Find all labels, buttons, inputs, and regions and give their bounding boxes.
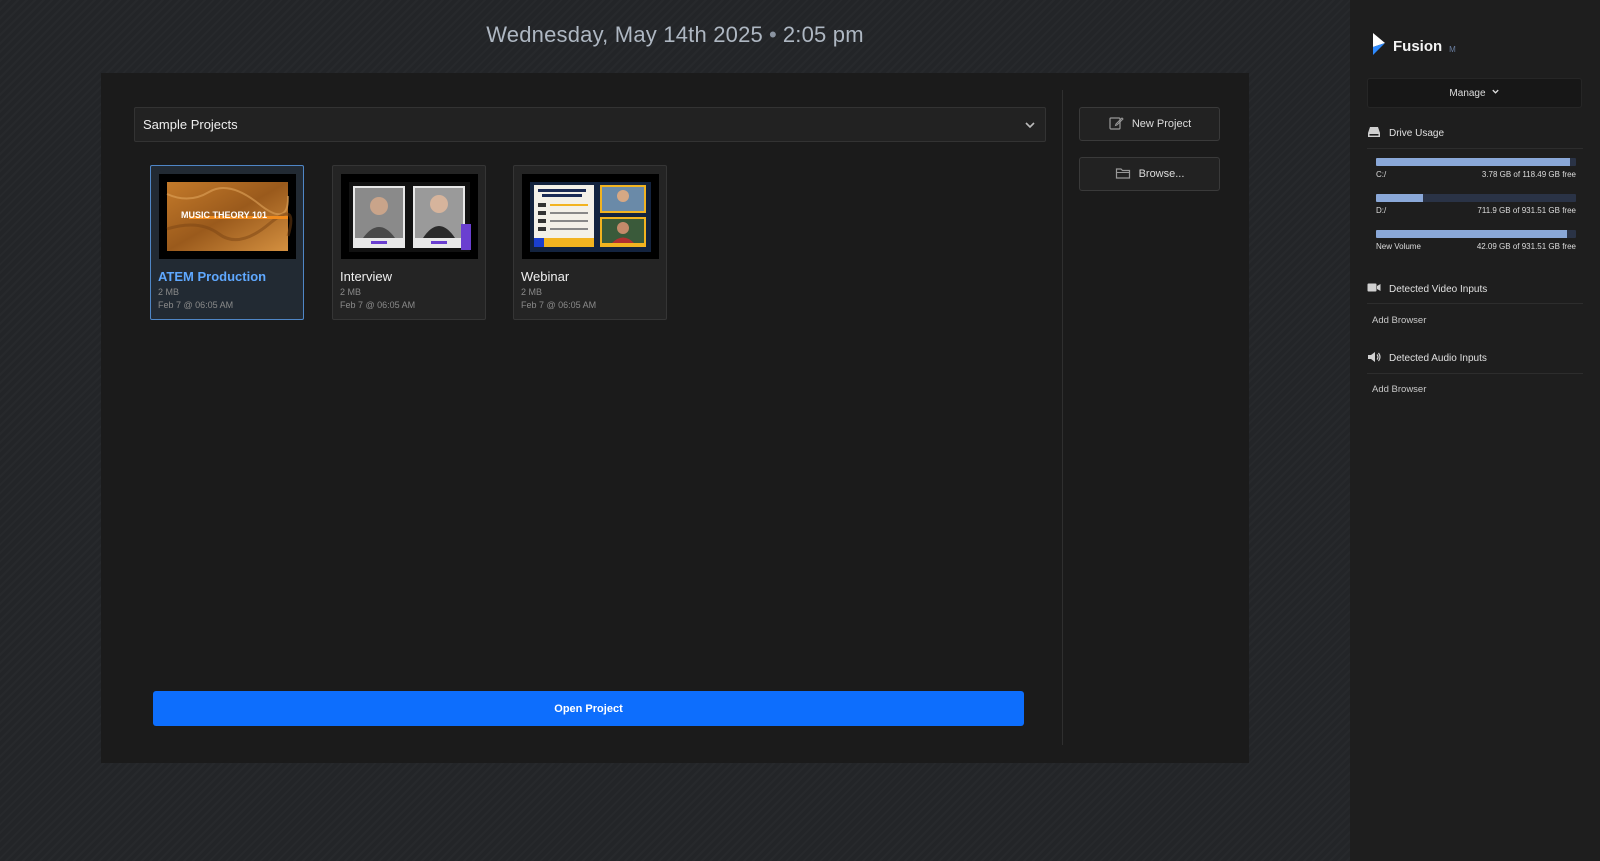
project-date: Feb 7 @ 06:05 AM (340, 300, 416, 310)
add-video-browser-link[interactable]: Add Browser (1372, 315, 1426, 326)
chevron-down-icon (1023, 118, 1037, 132)
drive-usage-heading: Drive Usage (1367, 126, 1583, 149)
brand-name: Fusion (1393, 38, 1443, 55)
project-date: Feb 7 @ 06:05 AM (521, 300, 597, 310)
drive-name: C:/ (1376, 170, 1387, 179)
brand: Fusion M (1372, 33, 1456, 60)
browse-button[interactable]: Browse... (1079, 157, 1220, 191)
drive-name: New Volume (1376, 242, 1421, 251)
right-sidebar: Fusion M Manage Drive Usage C:/ 3.78 GB o… (1350, 0, 1600, 861)
drive-usage-bar (1376, 158, 1576, 166)
date-time-header: Wednesday, May 14th 2025 • 2:05 pm (0, 22, 1350, 48)
drive-usage-fill (1376, 230, 1567, 238)
browse-label: Browse... (1138, 168, 1185, 180)
drive-icon (1367, 126, 1381, 141)
drive-usage-fill (1376, 158, 1570, 166)
video-camera-icon (1367, 282, 1381, 296)
manage-label: Manage (1449, 87, 1486, 99)
new-project-label: New Project (1131, 118, 1192, 130)
new-project-button[interactable]: New Project (1079, 107, 1220, 141)
drive-usage-bar (1376, 230, 1576, 238)
project-date: Feb 7 @ 06:05 AM (158, 300, 234, 310)
drive-free: 3.78 GB of 118.49 GB free (1481, 170, 1576, 179)
fusion-logo-icon (1372, 33, 1386, 60)
project-title: ATEM Production (158, 269, 267, 284)
video-inputs-title: Detected Video Inputs (1389, 283, 1488, 295)
project-card-webinar[interactable]: Webinar 2 MB Feb 7 @ 06:05 AM (513, 165, 667, 320)
drive-free: 42.09 GB of 931.51 GB free (1476, 242, 1576, 251)
open-project-button[interactable]: Open Project (153, 691, 1024, 726)
project-thumbnail (522, 174, 659, 259)
project-size: 2 MB (158, 287, 180, 297)
folder-icon (1115, 165, 1131, 184)
project-title: Webinar (521, 269, 570, 284)
project-thumbnail (341, 174, 478, 259)
drive-d: D:/ 711.9 GB of 931.51 GB free (1376, 194, 1576, 215)
project-size: 2 MB (340, 287, 362, 297)
drive-usage-title: Drive Usage (1389, 128, 1445, 139)
drive-new-volume: New Volume 42.09 GB of 931.51 GB free (1376, 230, 1576, 251)
drive-usage-fill (1376, 194, 1424, 202)
project-size: 2 MB (521, 287, 543, 297)
video-inputs-heading: Detected Video Inputs (1367, 282, 1583, 304)
chevron-down-icon (1491, 87, 1500, 99)
project-card-atem-production[interactable]: MUSIC THEORY 101 ATEM Production 2 MB Fe… (150, 165, 304, 320)
separator-dot: • (768, 22, 777, 47)
brand-tag: M (1449, 45, 1456, 54)
drive-free: 711.9 GB of 931.51 GB free (1477, 206, 1576, 215)
panel-divider (1062, 90, 1063, 745)
drive-usage-bar (1376, 194, 1576, 202)
project-thumbnail: MUSIC THEORY 101 (159, 174, 296, 259)
edit-document-icon (1108, 115, 1124, 134)
drive-c: C:/ 3.78 GB of 118.49 GB free (1376, 158, 1576, 179)
thumbnail-text: MUSIC THEORY 101 (181, 210, 267, 220)
project-card-interview[interactable]: Interview 2 MB Feb 7 @ 06:05 AM (332, 165, 486, 320)
drive-name: D:/ (1376, 206, 1387, 215)
audio-inputs-heading: Detected Audio Inputs (1367, 351, 1583, 374)
audio-inputs-title: Detected Audio Inputs (1389, 353, 1487, 364)
project-folder-value: Sample Projects (143, 117, 238, 132)
current-date: Wednesday, May 14th 2025 (486, 22, 763, 47)
speaker-icon (1367, 351, 1381, 366)
current-time: 2:05 pm (782, 22, 864, 47)
project-folder-select[interactable]: Sample Projects (134, 107, 1046, 142)
manage-dropdown[interactable]: Manage (1367, 78, 1582, 108)
add-audio-browser-link[interactable]: Add Browser (1372, 384, 1426, 395)
project-title: Interview (340, 269, 393, 284)
